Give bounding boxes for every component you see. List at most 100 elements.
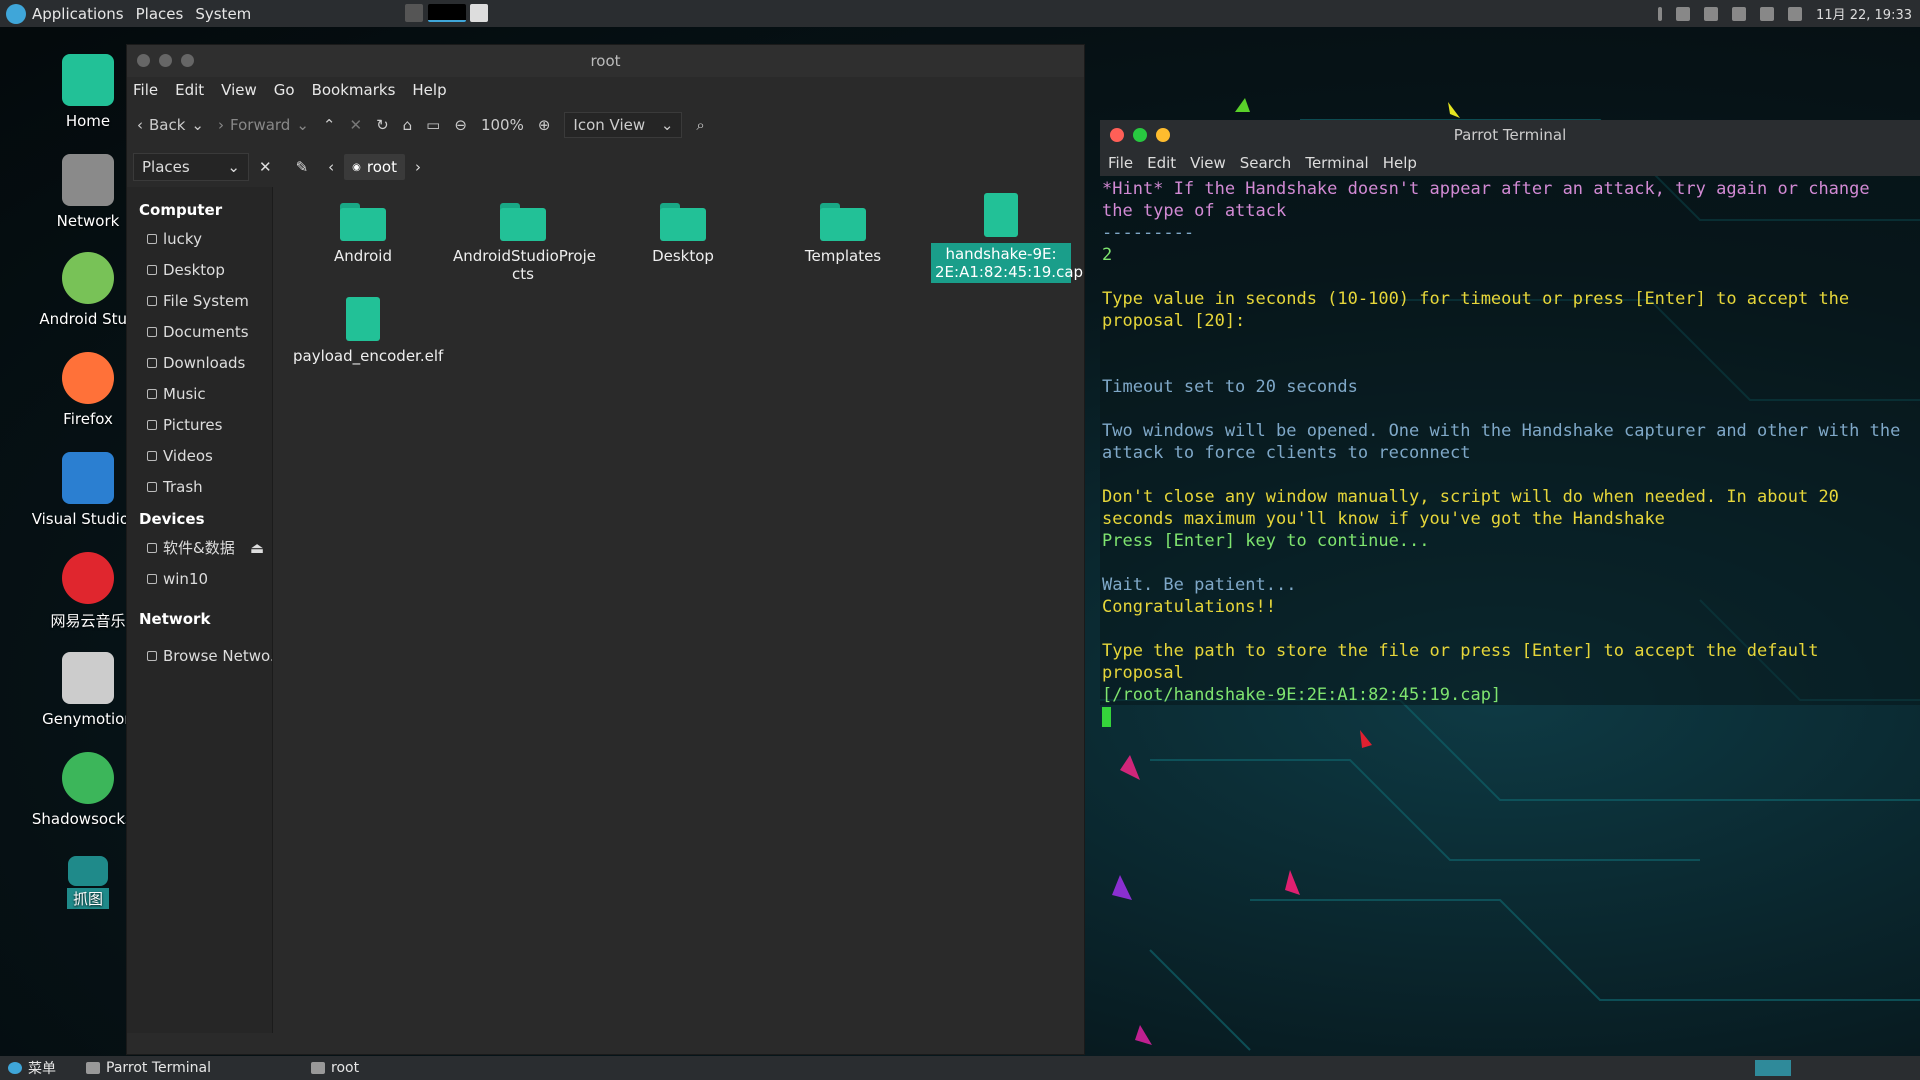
volume-icon[interactable] [1732, 6, 1747, 21]
terminal-scrollbar[interactable] [1908, 178, 1916, 698]
taskbar-item-root[interactable]: root [311, 1060, 359, 1076]
sidebar-item-music[interactable]: Music [127, 378, 272, 409]
menu-help[interactable]: Help [412, 81, 446, 99]
menu-edit[interactable]: Edit [1147, 154, 1176, 172]
menu-file[interactable]: File [133, 81, 158, 99]
terminal-titlebar[interactable]: Parrot Terminal [1100, 120, 1920, 150]
menu-go[interactable]: Go [274, 81, 295, 99]
sidebar-item-trash[interactable]: Trash [127, 471, 272, 502]
pictures-icon [147, 419, 157, 430]
app-grid-icon[interactable] [405, 4, 423, 22]
folder-item[interactable]: AndroidStudioProje cts [453, 203, 596, 283]
breadcrumb-left-icon[interactable]: ‹ [328, 158, 334, 176]
sidebar-item-videos[interactable]: Videos [127, 440, 272, 471]
sidebar-item-browse-network[interactable]: Browse Netwo... [127, 640, 272, 671]
text-editor-launcher-icon[interactable] [470, 4, 488, 22]
up-icon[interactable]: ⌃ [323, 116, 336, 134]
sidebar-item-pictures[interactable]: Pictures [127, 409, 272, 440]
sidebar-item-file-system[interactable]: File System [127, 285, 272, 316]
reload-icon[interactable]: ↻ [376, 116, 389, 134]
taskbar-item-terminal[interactable]: Parrot Terminal [86, 1060, 211, 1076]
back-button[interactable]: ‹ Back ⌄ [137, 116, 204, 134]
eject-icon[interactable]: ⏏ [250, 539, 264, 557]
home-icon [62, 54, 114, 106]
menu-applications[interactable]: Applications [32, 5, 124, 23]
sidebar-item-lucky[interactable]: lucky [127, 223, 272, 254]
keyboard-icon[interactable] [1704, 6, 1719, 21]
netease-music-icon [62, 552, 114, 604]
zoom-out-icon[interactable]: ⊖ [454, 116, 467, 134]
terminal-line: Wait. Be patient... [1102, 575, 1297, 595]
more-icon[interactable] [1658, 6, 1663, 21]
workspace-switcher[interactable] [1755, 1060, 1791, 1076]
minimize-button[interactable] [1133, 128, 1147, 142]
sidebar-item-desktop[interactable]: Desktop [127, 254, 272, 285]
folder-item[interactable]: Templates [773, 203, 913, 265]
wifi-icon[interactable] [1760, 6, 1775, 21]
breadcrumb-right-icon[interactable]: › [415, 158, 421, 176]
stop-icon[interactable]: ✕ [349, 116, 362, 134]
close-sidebar-icon[interactable]: ✕ [259, 158, 272, 176]
folder-item[interactable]: Desktop [613, 203, 753, 265]
zoom-in-icon[interactable]: ⊕ [538, 116, 551, 134]
menu-places[interactable]: Places [136, 5, 184, 23]
terminal-prompt-line[interactable] [1102, 706, 1905, 728]
sidebar-item-win10[interactable]: win10 [127, 563, 272, 594]
menu-edit[interactable]: Edit [175, 81, 204, 99]
folder-icon [311, 1062, 326, 1074]
breadcrumb[interactable]: ◉ root [344, 154, 405, 180]
maximize-button[interactable] [181, 54, 194, 67]
home-icon[interactable]: ⌂ [403, 116, 413, 134]
file-view[interactable]: Android AndroidStudioProje cts Desktop T… [273, 187, 1084, 1033]
folder-icon [660, 203, 706, 241]
computer-icon[interactable]: ▭ [426, 116, 440, 134]
window-title: Parrot Terminal [1453, 126, 1567, 144]
sidebar-header-computer: Computer [139, 201, 223, 219]
documents-icon [147, 326, 157, 337]
executable-icon [346, 297, 380, 341]
forward-button[interactable]: › Forward ⌄ [218, 116, 309, 134]
shadowsocks-icon [62, 752, 114, 804]
close-button[interactable] [137, 54, 150, 67]
chevron-down-icon: ⌄ [660, 116, 674, 134]
menu-file[interactable]: File [1108, 154, 1133, 172]
file-manager-titlebar[interactable]: root [127, 45, 1084, 77]
sidebar-item-documents[interactable]: Documents [127, 316, 272, 347]
drive-icon [147, 573, 157, 584]
file-manager-toolbar: ‹ Back ⌄ › Forward ⌄ ⌃ ✕ ↻ ⌂ ▭ ⊖ 100% ⊕ Icon… [127, 103, 1084, 147]
clock[interactable]: 11月 22, 19:33 [1816, 4, 1912, 23]
network-icon [147, 650, 157, 661]
menu-view[interactable]: View [221, 81, 257, 99]
menu-system[interactable]: System [195, 5, 251, 23]
sidebar-item-device-data[interactable]: 软件&数据 ⏏ [127, 532, 272, 563]
bluetooth-icon[interactable] [1676, 6, 1691, 21]
terminal-launcher-icon[interactable] [428, 4, 466, 22]
battery-icon[interactable] [1788, 6, 1803, 21]
menu-bookmarks[interactable]: Bookmarks [312, 81, 396, 99]
chevron-down-icon: ⌄ [227, 158, 240, 176]
menu-view[interactable]: View [1190, 154, 1226, 172]
folder-item[interactable]: Android [293, 203, 433, 265]
view-mode-select[interactable]: Icon View ⌄ [564, 112, 683, 138]
menu-terminal[interactable]: Terminal [1305, 154, 1368, 172]
maximize-button[interactable] [1156, 128, 1170, 142]
minimize-button[interactable] [159, 54, 172, 67]
search-icon[interactable]: ⌕ [696, 116, 704, 134]
menu-help[interactable]: Help [1383, 154, 1417, 172]
network-icon [62, 154, 114, 206]
terminal-line: Two windows will be opened. One with the… [1102, 421, 1911, 463]
genymotion-icon [62, 652, 114, 704]
close-button[interactable] [1110, 128, 1124, 142]
menu-search[interactable]: Search [1240, 154, 1292, 172]
parrot-logo-icon[interactable] [6, 3, 26, 24]
edit-location-icon[interactable]: ✎ [296, 158, 309, 176]
terminal-output[interactable]: *Hint* If the Handshake doesn't appear a… [1100, 176, 1905, 728]
sidebar-item-downloads[interactable]: Downloads [127, 347, 272, 378]
file-item-selected[interactable]: handshake-9E: 2E:A1:82:45:19.cap [931, 193, 1083, 283]
places-select[interactable]: Places ⌄ [133, 153, 249, 181]
terminal-line: --------- [1102, 223, 1195, 243]
file-item[interactable]: payload_encoder.elf [293, 297, 443, 365]
start-menu-button[interactable]: 菜单 [8, 1058, 56, 1078]
sidebar: Computer lucky Desktop File System Docum… [127, 187, 273, 1033]
